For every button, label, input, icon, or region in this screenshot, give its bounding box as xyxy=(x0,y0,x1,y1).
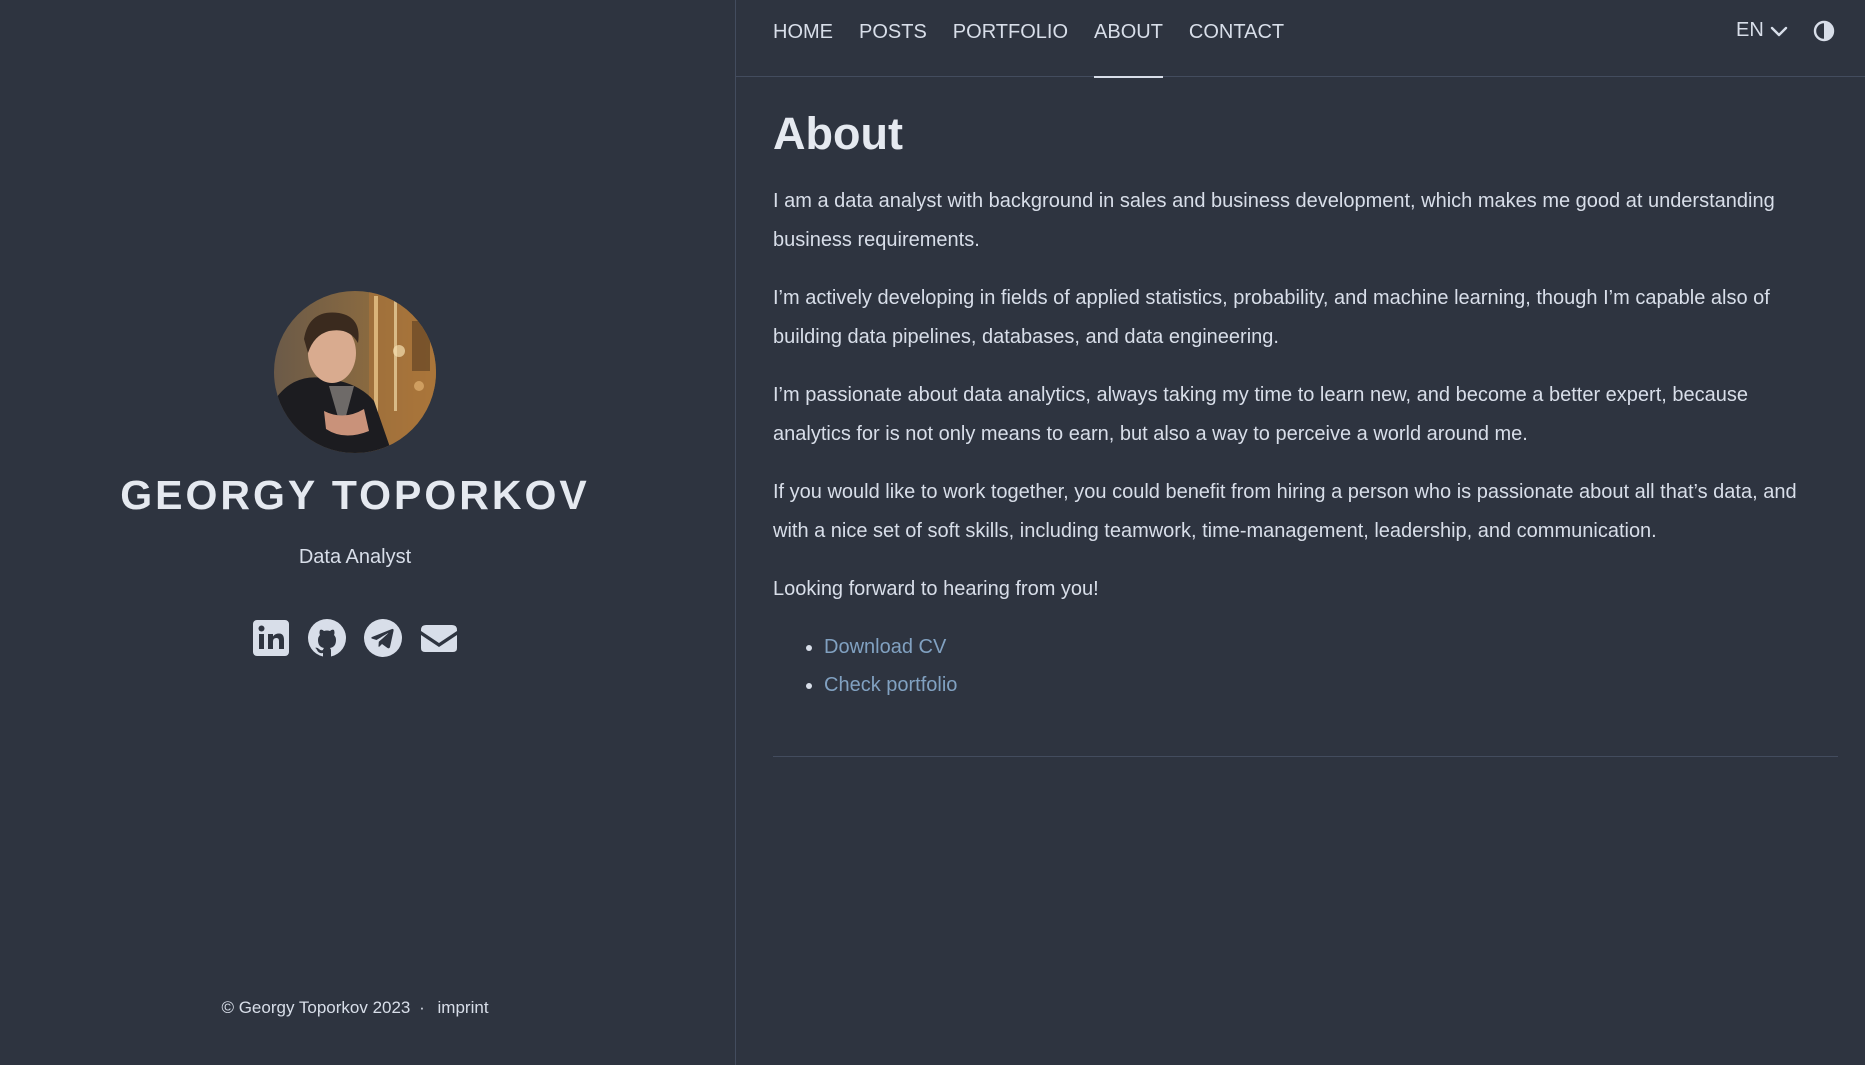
github-link[interactable] xyxy=(306,617,348,659)
profile-role: Data Analyst xyxy=(298,546,412,568)
list-item: Check portfolio xyxy=(824,666,1838,704)
language-selector[interactable]: EN xyxy=(1736,19,1788,42)
linkedin-icon xyxy=(253,620,289,656)
list-item: Download CV xyxy=(824,628,1838,666)
linkedin-link[interactable] xyxy=(250,617,292,659)
language-label: EN xyxy=(1736,19,1764,41)
footer-separator: · xyxy=(419,998,425,1017)
chevron-down-icon xyxy=(1770,26,1787,36)
profile-name: GEORGY TOPORKOV xyxy=(120,472,590,518)
nav-posts[interactable]: POSTS xyxy=(859,0,927,77)
nav-contact[interactable]: CONTACT xyxy=(1189,0,1284,77)
top-navigation: HOME POSTS PORTFOLIO ABOUT CONTACT EN xyxy=(736,0,1865,78)
imprint-link[interactable]: imprint xyxy=(438,998,489,1017)
page-title: About xyxy=(773,108,903,159)
social-links xyxy=(0,617,710,659)
main-content: About I am a data analyst with backgroun… xyxy=(773,108,1838,757)
sidebar: GEORGY TOPORKOV Data Analyst © Georgy To… xyxy=(0,0,736,1065)
about-paragraph-3: I’m passionate about data analytics, alw… xyxy=(773,384,1748,445)
footer: © Georgy Toporkov 2023 · imprint xyxy=(0,998,710,1018)
download-cv-link[interactable]: Download CV xyxy=(824,636,946,658)
nav-about[interactable]: ABOUT xyxy=(1094,0,1163,78)
about-paragraph-1: I am a data analyst with background in s… xyxy=(773,190,1775,251)
telegram-link[interactable] xyxy=(362,617,404,659)
theme-toggle[interactable] xyxy=(1813,20,1835,42)
email-icon xyxy=(421,625,457,652)
main-menu: HOME POSTS PORTFOLIO ABOUT CONTACT xyxy=(773,0,1284,78)
content-divider xyxy=(773,756,1838,757)
contrast-icon xyxy=(1813,20,1835,42)
about-paragraph-4: If you would like to work together, you … xyxy=(773,481,1797,542)
avatar-photo xyxy=(274,291,436,453)
about-paragraph-2: I’m actively developing in fields of app… xyxy=(773,287,1770,348)
github-icon xyxy=(308,619,346,657)
avatar xyxy=(274,291,436,453)
email-link[interactable] xyxy=(418,617,460,659)
link-list: Download CV Check portfolio xyxy=(773,628,1838,704)
telegram-icon xyxy=(364,619,402,657)
nav-portfolio[interactable]: PORTFOLIO xyxy=(953,0,1068,77)
footer-copyright: © Georgy Toporkov 2023 xyxy=(221,998,411,1017)
check-portfolio-link[interactable]: Check portfolio xyxy=(824,674,957,696)
about-paragraph-5: Looking forward to hearing from you! xyxy=(773,578,1099,600)
nav-home[interactable]: HOME xyxy=(773,0,833,77)
